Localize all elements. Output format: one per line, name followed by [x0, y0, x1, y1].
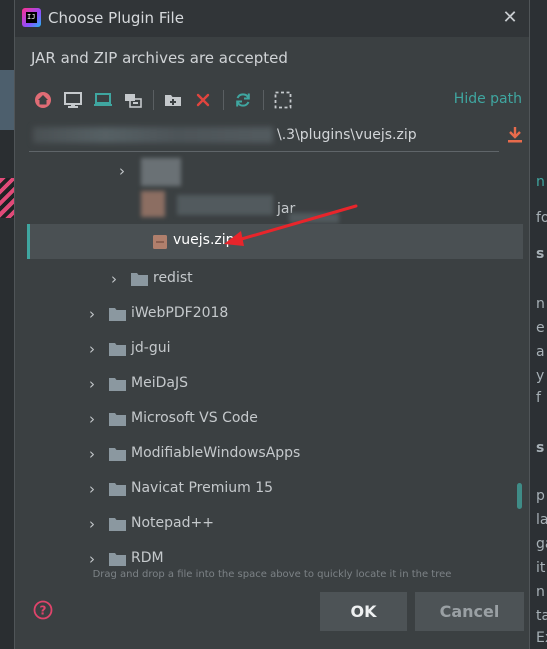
background-decoration	[0, 178, 14, 218]
folder-icon	[131, 273, 148, 286]
hide-path-link[interactable]: Hide path	[454, 91, 522, 107]
tree-item-label: Microsoft VS Code	[131, 410, 258, 426]
tree-row-folder[interactable]: › RDM	[27, 542, 523, 572]
toolbar-separator	[263, 90, 264, 110]
tree-row-folder[interactable]: › jd-gui	[27, 332, 523, 367]
chevron-right-icon[interactable]: ›	[89, 376, 103, 392]
tree-row-folder[interactable]: › redist	[27, 262, 523, 297]
tree-item-label: RDM	[131, 550, 164, 566]
laptop-icon[interactable]	[93, 90, 113, 110]
chevron-right-icon[interactable]: ›	[119, 163, 133, 179]
background-right-strip: n fo s n e a y f s p la ga it n ta Extra	[528, 0, 547, 649]
tree-item-label: Notepad++	[131, 515, 214, 531]
folder-icon	[109, 518, 126, 531]
choose-plugin-file-dialog: IJ Choose Plugin File ✕ JAR and ZIP arch…	[14, 0, 530, 649]
chevron-right-icon[interactable]: ›	[89, 551, 103, 567]
folder-icon	[109, 343, 126, 356]
folder-icon	[109, 448, 126, 461]
background-text: Extra	[536, 630, 547, 646]
redacted-path-prefix	[33, 127, 273, 143]
folder-icon	[109, 413, 126, 426]
background-text: it	[536, 560, 546, 576]
file-chooser-toolbar: Hide path	[31, 88, 522, 112]
background-text: f	[536, 390, 541, 406]
tree-item-label: jd-gui	[131, 340, 171, 356]
tree-row-folder[interactable]: › Notepad++	[27, 507, 523, 542]
tree-row-redacted[interactable]: ›	[27, 154, 523, 189]
path-text: \.3\plugins\vuejs.zip	[277, 127, 417, 143]
tree-item-label: vuejs.zip	[173, 232, 235, 248]
background-text: n	[536, 296, 545, 312]
intellij-logo-icon: IJ	[22, 8, 41, 27]
toolbar-separator	[223, 90, 224, 110]
selection-accent	[27, 224, 30, 259]
path-input[interactable]: \.3\plugins\vuejs.zip	[29, 121, 499, 152]
delete-icon[interactable]	[193, 90, 213, 110]
new-folder-icon[interactable]	[163, 90, 183, 110]
tree-row-folder[interactable]: › Microsoft VS Code	[27, 402, 523, 437]
download-icon[interactable]	[506, 125, 524, 145]
redacted-filename	[177, 195, 273, 215]
tree-row-folder[interactable]: › iWebPDF2018	[27, 297, 523, 332]
tree-scrollbar-thumb[interactable]	[517, 483, 522, 509]
background-text: e	[536, 320, 545, 336]
background-text: la	[536, 512, 547, 528]
tree-row-selected[interactable]: vuejs.zip	[27, 224, 523, 259]
redacted-block	[141, 158, 181, 186]
tree-row-redacted-file[interactable]: jar	[27, 189, 523, 224]
tree-item-label: ModifiableWindowsApps	[131, 445, 301, 461]
background-text: fo	[536, 210, 547, 226]
home-icon[interactable]	[33, 90, 53, 110]
dialog-titlebar[interactable]: IJ Choose Plugin File ✕	[15, 0, 529, 37]
toolbar-separator	[153, 90, 154, 110]
tree-item-label: redist	[153, 270, 193, 286]
folder-icon	[109, 483, 126, 496]
chevron-right-icon[interactable]: ›	[89, 481, 103, 497]
chevron-right-icon[interactable]: ›	[89, 411, 103, 427]
background-text: ga	[536, 536, 547, 552]
file-tree[interactable]: › jar vuejs.zip › redist › iWebPDF2018 ›…	[27, 152, 523, 572]
select-frame-icon[interactable]	[273, 90, 293, 110]
cancel-button[interactable]: Cancel	[415, 592, 524, 631]
refresh-icon[interactable]	[233, 90, 253, 110]
redacted-file-icon	[141, 191, 165, 217]
background-text: a	[536, 344, 545, 360]
tree-row-folder[interactable]: › MeiDaJS	[27, 367, 523, 402]
help-icon[interactable]: ?	[33, 600, 53, 620]
chevron-right-icon[interactable]: ›	[89, 306, 103, 322]
tree-row-folder[interactable]: › Navicat Premium 15	[27, 472, 523, 507]
close-icon[interactable]: ✕	[500, 8, 520, 28]
background-text: n	[536, 584, 545, 600]
chevron-right-icon[interactable]: ›	[89, 446, 103, 462]
chevron-right-icon[interactable]: ›	[89, 516, 103, 532]
chevron-right-icon[interactable]: ›	[89, 341, 103, 357]
redacted-block	[289, 213, 339, 223]
tree-item-label: iWebPDF2018	[131, 305, 229, 321]
svg-text:?: ?	[40, 604, 47, 618]
background-text: ta	[536, 608, 547, 624]
tree-icon[interactable]	[123, 90, 143, 110]
desktop-icon[interactable]	[63, 90, 83, 110]
background-left-strip	[0, 0, 14, 649]
background-text: n	[536, 174, 545, 190]
background-text: y	[536, 368, 545, 384]
dialog-subtitle: JAR and ZIP archives are accepted	[31, 49, 288, 67]
folder-icon	[109, 378, 126, 391]
chevron-right-icon[interactable]: ›	[111, 271, 125, 287]
tree-item-label: MeiDaJS	[131, 375, 188, 391]
ok-button[interactable]: OK	[320, 592, 407, 631]
background-text: p	[536, 488, 545, 504]
background-decoration	[0, 70, 14, 130]
background-text: s	[536, 246, 545, 262]
background-text: s	[536, 440, 545, 456]
archive-file-icon	[153, 235, 167, 249]
tree-item-label: Navicat Premium 15	[131, 480, 274, 496]
dialog-title: Choose Plugin File	[48, 9, 184, 27]
folder-icon	[109, 308, 126, 321]
folder-icon	[109, 553, 126, 566]
tree-row-folder[interactable]: › ModifiableWindowsApps	[27, 437, 523, 472]
drag-drop-hint: Drag and drop a file into the space abov…	[92, 569, 452, 580]
